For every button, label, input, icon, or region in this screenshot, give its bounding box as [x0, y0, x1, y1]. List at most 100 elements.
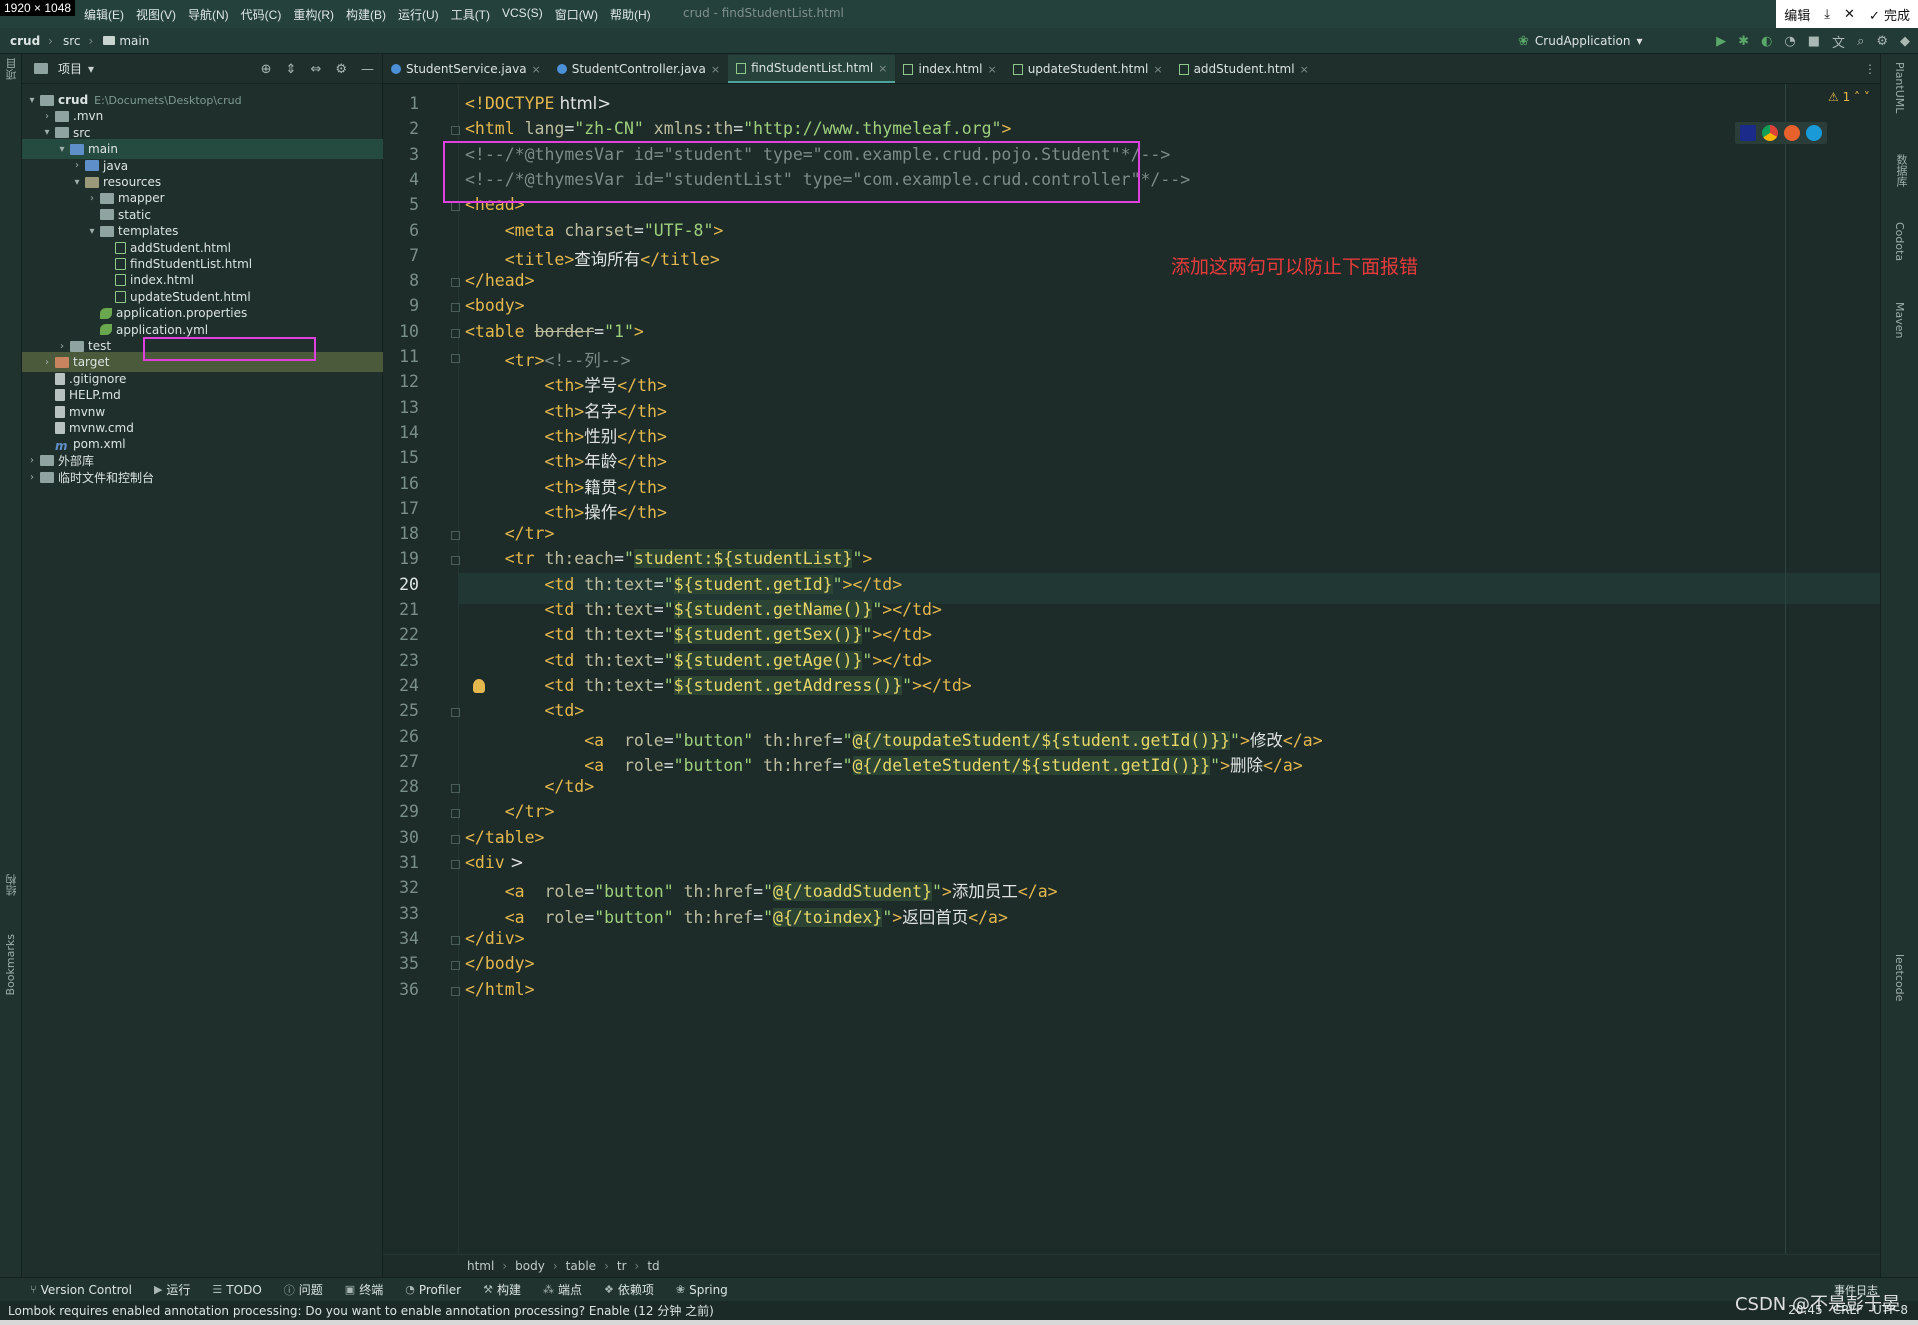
bottom-tool-tab[interactable]: ☰ TODO — [212, 1281, 261, 1298]
collapse-all-icon[interactable]: ⇔ — [310, 62, 321, 77]
structure-tool-tab[interactable]: 结构 — [4, 874, 20, 896]
menu-item[interactable]: 代码(C) — [241, 6, 282, 23]
leetcode-tool-tab[interactable]: leetcode — [1893, 954, 1906, 1001]
chrome-icon[interactable] — [1762, 125, 1778, 141]
maven-tool-tab[interactable]: Maven — [1893, 302, 1906, 338]
menu-item[interactable]: 视图(V) — [136, 6, 176, 23]
chevron-right-icon[interactable]: › — [26, 472, 38, 483]
chevron-down-icon[interactable]: ▾ — [41, 127, 53, 138]
editor-tab[interactable]: StudentController.java × — [549, 55, 728, 83]
bottom-tool-tab[interactable]: ▣ 终端 — [345, 1281, 383, 1298]
close-tab-icon[interactable]: × — [1153, 63, 1162, 76]
bottom-tool-tab[interactable]: ◔ Profiler — [405, 1281, 461, 1298]
editor-tab[interactable]: findStudentList.html × — [728, 55, 896, 83]
breadcrumb-src[interactable]: src — [63, 34, 81, 48]
database-tool-tab[interactable]: 数据库 — [1893, 154, 1909, 187]
debug-icon[interactable]: ✱ — [1738, 34, 1749, 49]
editor-tab[interactable]: index.html × — [895, 55, 1004, 83]
chevron-right-icon[interactable]: › — [26, 455, 38, 466]
lightbulb-icon[interactable] — [473, 679, 485, 693]
stop-icon[interactable]: ■ — [1808, 34, 1820, 49]
fold-marker-icon[interactable] — [451, 328, 460, 338]
fold-marker-icon[interactable] — [451, 126, 460, 136]
bottom-tool-tab[interactable]: ⓘ 问题 — [284, 1281, 323, 1298]
coverage-icon[interactable]: ◐ — [1761, 34, 1772, 49]
code-breadcrumb-item[interactable]: body — [515, 1259, 545, 1273]
close-tab-icon[interactable]: × — [532, 63, 541, 76]
gear-icon[interactable]: ⚙ — [335, 62, 347, 77]
fold-marker-icon[interactable] — [451, 860, 460, 869]
fold-marker-icon[interactable] — [451, 784, 460, 794]
fold-marker-icon[interactable] — [451, 531, 460, 541]
chevron-right-icon[interactable]: › — [41, 357, 53, 368]
close-tab-icon[interactable]: × — [987, 63, 996, 76]
fold-marker-icon[interactable] — [451, 202, 460, 212]
chevron-down-icon[interactable]: ▾ — [71, 177, 83, 188]
gear-icon[interactable]: ⚙ — [1876, 34, 1888, 49]
project-tool-tab[interactable]: 项目 — [4, 58, 20, 80]
bottom-tool-tab[interactable]: ❀ Spring — [676, 1281, 728, 1298]
bottom-tool-tab[interactable]: ⑂ Version Control — [30, 1281, 132, 1298]
fold-marker-icon[interactable] — [451, 354, 460, 363]
code-breadcrumb-item[interactable]: td — [647, 1259, 659, 1273]
translate-icon[interactable]: 文 — [1832, 32, 1845, 51]
plantuml-tool-tab[interactable]: PlantUML — [1893, 62, 1906, 113]
close-icon[interactable]: ✕ — [1844, 7, 1855, 22]
expand-all-icon[interactable]: ⇕ — [286, 62, 297, 77]
firefox-icon[interactable] — [1784, 125, 1800, 141]
close-tab-icon[interactable]: × — [878, 62, 887, 75]
chevron-down-icon[interactable]: ▾ — [88, 62, 94, 76]
intellij-browser-icon[interactable] — [1740, 125, 1756, 141]
fold-marker-icon[interactable] — [451, 935, 460, 945]
chevron-down-icon[interactable]: ▾ — [26, 95, 38, 106]
bottom-tool-tab[interactable]: ⚒ 构建 — [483, 1281, 521, 1298]
menu-item[interactable]: 运行(U) — [398, 6, 439, 23]
edit-button[interactable]: 编辑 — [1784, 5, 1810, 24]
project-panel-title[interactable]: 项目 — [58, 60, 82, 77]
edge-icon[interactable] — [1806, 125, 1822, 141]
menu-item[interactable]: 构建(B) — [346, 6, 386, 23]
tree-item[interactable]: › 临时文件和控制台 — [22, 467, 383, 487]
minimize-icon[interactable]: — — [361, 62, 374, 77]
tab-options-icon[interactable]: ⋮ — [1864, 62, 1876, 76]
menu-item[interactable]: 重构(R) — [293, 6, 334, 23]
chevron-right-icon[interactable]: › — [86, 193, 98, 204]
codota-tool-tab[interactable]: Codota — [1893, 222, 1906, 261]
menu-item[interactable]: 导航(N) — [188, 6, 229, 23]
locate-icon[interactable]: ⊕ — [261, 62, 272, 77]
fold-marker-icon[interactable] — [451, 809, 460, 819]
editor-tab[interactable]: updateStudent.html × — [1005, 55, 1171, 83]
menu-item[interactable]: 编辑(E) — [84, 6, 124, 23]
run-config-select[interactable]: ❀ CrudApplication ▾ — [1518, 32, 1643, 50]
warning-indicator[interactable]: ⚠ 1 ˄ ˅ — [1828, 90, 1870, 104]
bottom-tool-tab[interactable]: ❖ 依赖项 — [604, 1281, 654, 1298]
menu-item[interactable]: 窗口(W) — [555, 6, 598, 23]
chevron-down-icon[interactable]: ▾ — [86, 226, 98, 237]
breadcrumb-main[interactable]: main — [103, 34, 149, 48]
fold-marker-icon[interactable] — [451, 278, 460, 288]
editor-tab[interactable]: StudentService.java × — [383, 55, 549, 83]
code-breadcrumb-item[interactable]: html — [467, 1259, 494, 1273]
run-icon[interactable]: ▶ — [1716, 34, 1726, 49]
status-message[interactable]: Lombok requires enabled annotation proce… — [8, 1302, 714, 1319]
menu-item[interactable]: VCS(S) — [502, 6, 543, 23]
code-editor[interactable]: 1 2 3 4 5 6 7 8 9 10 11 12 13 14 15 16 17 18 19 20 21 22 23 24 2… — [383, 84, 1880, 1254]
bookmarks-tool-tab[interactable]: Bookmarks — [4, 934, 17, 995]
fold-marker-icon[interactable] — [451, 961, 460, 971]
ide-logo-icon[interactable]: ◆ — [1900, 34, 1910, 49]
chevron-right-icon[interactable]: › — [71, 160, 83, 171]
chevron-right-icon[interactable]: › — [41, 111, 53, 122]
menu-item[interactable]: 帮助(H) — [610, 6, 651, 23]
chevron-down-icon[interactable]: ▾ — [56, 144, 68, 155]
code-breadcrumb-item[interactable]: table — [566, 1259, 596, 1273]
fold-marker-icon[interactable] — [451, 986, 460, 996]
fold-marker-icon[interactable] — [451, 834, 460, 844]
profile-icon[interactable]: ◔ — [1784, 34, 1795, 49]
editor-tab[interactable]: addStudent.html × — [1171, 55, 1317, 83]
close-tab-icon[interactable]: × — [1300, 63, 1309, 76]
menu-item[interactable]: 工具(T) — [451, 6, 490, 23]
bottom-tool-tab[interactable]: ▶ 运行 — [154, 1281, 190, 1298]
search-icon[interactable]: ⌕ — [1857, 34, 1864, 49]
breadcrumb-project[interactable]: crud — [10, 34, 40, 48]
download-icon[interactable]: ⤓ — [1824, 7, 1830, 22]
